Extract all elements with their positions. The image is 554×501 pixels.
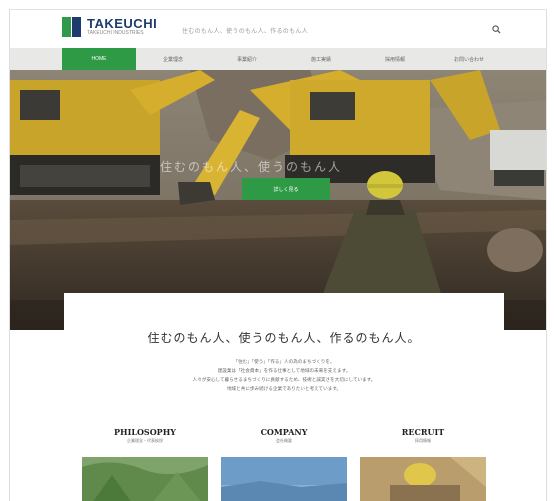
brand-name: TAKEUCHI [87,16,158,31]
card-image [360,457,486,501]
intro-line: 「住む」「使う」「作る」人の為のまちづくりを。 [233,359,335,364]
logo-mark-icon [62,17,82,37]
page-frame: TAKEUCHI TAKEUCHI INDUSTRIES 住むのもん人、使うのも… [9,9,547,501]
intro-lead-text: 「住む」「使う」「作る」人の為のまちづくりを。建設業は「社会資本」を作る仕事とし… [134,357,434,393]
hero-photo [10,70,546,330]
card-image [221,457,347,501]
intro-line: 建設業は「社会資本」を作る仕事として地域の未来を支えます。 [217,368,351,373]
hero-copy: 住むのもん人、使うのもん人 [160,160,343,174]
brand-subtitle: TAKEUCHI INDUSTRIES [87,30,144,36]
intro-line: 地域と共に歩み続ける企業でありたいと考えています。 [226,386,342,391]
search-icon [491,24,501,34]
card-company[interactable]: COMPANY 会社概要 [221,413,347,501]
hero-detail-button[interactable]: 詳しく見る [242,178,330,200]
nav-item[interactable]: 事業紹介 [210,48,284,70]
header-tagline: 住むのもん人、使うのもん人、作るのもん人 [182,29,309,35]
card-philosophy[interactable]: PHILOSOPHY 企業理念・代表挨拶 [82,413,208,501]
card-recruit[interactable]: RECRUIT 採用情報 [360,413,486,501]
card-subtitle: 採用情報 [415,438,431,443]
site-header: TAKEUCHI TAKEUCHI INDUSTRIES 住むのもん人、使うのも… [10,10,546,48]
card-subtitle: 会社概要 [276,438,292,443]
feature-cards: PHILOSOPHY 企業理念・代表挨拶 COMPANY 会社概要 RECRUI… [82,413,486,501]
nav-item[interactable]: 採用情報 [358,48,432,70]
card-title: PHILOSOPHY [114,427,176,437]
global-nav: HOME 企業理念 事業紹介 施工実績 採用情報 お問い合わせ [10,48,546,70]
card-image [82,457,208,501]
nav-item[interactable]: HOME [62,48,136,70]
card-title: COMPANY [260,427,308,437]
nav-item[interactable]: 施工実績 [284,48,358,70]
nav-item[interactable]: お問い合わせ [432,48,506,70]
intro-line: 人々が安心して暮らせるまちづくりに貢献するため、技術と誠実さを大切にしています。 [192,377,376,382]
nav-item[interactable]: 企業理念 [136,48,210,70]
hero-banner: 住むのもん人、使うのもん人 詳しく見る [10,70,546,330]
card-title: RECRUIT [401,427,445,437]
site-logo[interactable]: TAKEUCHI TAKEUCHI INDUSTRIES [62,17,157,37]
card-subtitle: 企業理念・代表挨拶 [127,438,163,443]
search-button[interactable] [488,21,504,37]
intro-catchphrase: 住むのもん人、使うのもん人、作るのもん人。 [147,331,421,345]
intro-panel: 住むのもん人、使うのもん人、作るのもん人。 「住む」「使う」「作る」人の為のまち… [64,293,504,501]
